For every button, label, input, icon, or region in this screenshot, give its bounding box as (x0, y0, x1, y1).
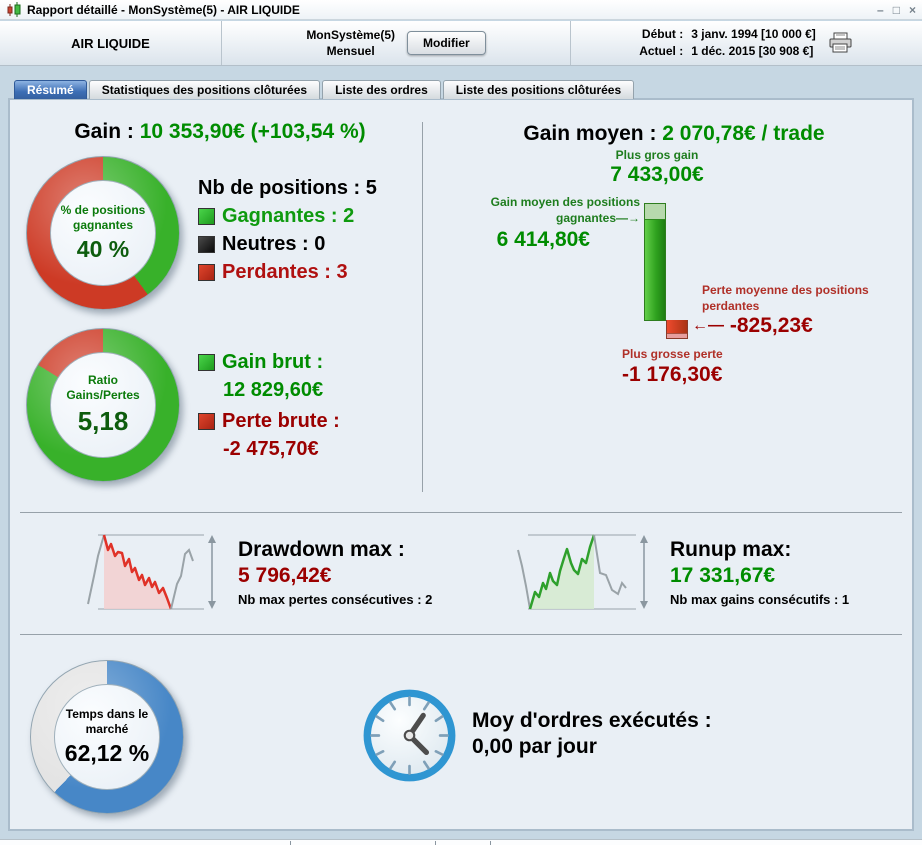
tab-liste-des-ordres[interactable]: Liste des ordres (322, 80, 441, 99)
bar-segment-max-gain (645, 204, 665, 220)
tick-mark (290, 841, 291, 845)
positions-legend: Nb de positions : 5 Gagnantes : 2 Neutre… (198, 174, 377, 286)
horizontal-divider-2 (20, 634, 902, 635)
ratio-donut-label: Ratio (88, 373, 118, 387)
orders-line2: 0,00 par jour (472, 735, 597, 759)
tick-mark (435, 841, 436, 845)
legend-item-gain-brut: Gain brut : (198, 348, 340, 376)
runup-title: Runup max: (670, 538, 792, 561)
current-label: Actuel : (639, 44, 684, 58)
tick-mark (490, 841, 491, 845)
right-arrow-icon: —→ (616, 210, 640, 225)
plus-grosse-perte-label: Plus grosse perte (622, 347, 723, 361)
resume-panel: Gain : 10 353,90€ (+103,54 %) % de posit… (8, 98, 914, 831)
left-arrow-icon: ←— (692, 317, 724, 334)
application-window: Rapport détaillé - MonSystème(5) - AIR L… (0, 0, 922, 845)
gain-moyen-gagnantes-label: Gain moyen des positions gagnantes—→ (490, 195, 640, 225)
report-header: AIR LIQUIDE MonSystème(5) Mensuel Modifi… (0, 21, 922, 66)
ratio-gains-pertes-donut: Ratio Gains/Pertes 5,18 (26, 328, 180, 482)
clock-icon (363, 689, 456, 782)
time-in-market-donut: Temps dans le marché 62,12 % (30, 660, 184, 814)
system-period: Mensuel (326, 44, 375, 58)
gain-title: Gain : 10 353,90€ (+103,54 %) (28, 120, 412, 144)
legend-item-perdantes: Perdantes : 3 (198, 258, 377, 286)
system-name: MonSystème(5) (306, 27, 395, 42)
winning-donut-label: % de positions (60, 203, 146, 217)
winning-percent-donut: % de positions gagnantes 40 % (26, 156, 180, 310)
gain-moyen-bar-positive (644, 203, 666, 321)
printer-icon[interactable] (828, 32, 854, 54)
tab-resume[interactable]: Résumé (14, 80, 87, 99)
title-bar: Rapport détaillé - MonSystème(5) - AIR L… (0, 0, 922, 20)
drawdown-value: 5 796,42€ (238, 564, 332, 587)
start-label: Début : (641, 26, 684, 41)
bar-segment-avg-gain (645, 220, 665, 320)
black-square-icon (198, 235, 215, 253)
maximize-button[interactable]: □ (893, 3, 900, 17)
green-square-icon (198, 207, 215, 225)
runup-value: 17 331,67€ (670, 564, 776, 587)
red-square-icon (198, 412, 215, 430)
drawdown-title: Drawdown max : (238, 538, 405, 561)
tab-liste-positions-cloturees[interactable]: Liste des positions clôturées (442, 80, 635, 99)
horizontal-divider-1 (20, 512, 902, 513)
legend-item-neutres: Neutres : 0 (198, 230, 377, 258)
legend-item-perte-brute: Perte brute : (198, 407, 340, 435)
bar-segment-max-loss (667, 333, 687, 338)
legend-item-gagnantes: Gagnantes : 2 (198, 202, 377, 230)
plus-grosse-perte-value: -1 176,30€ (622, 363, 723, 386)
gain-brut-value: 12 829,60€ (223, 378, 324, 401)
system-info: MonSystème(5) Mensuel (306, 27, 395, 59)
runup-subtitle: Nb max gains consécutifs : 1 (670, 592, 850, 607)
background-window-edge (0, 839, 922, 845)
time-in-market-value: 62,12 % (64, 740, 150, 766)
runup-sparkline-chart (517, 534, 648, 610)
drawdown-sparkline-chart (87, 534, 216, 610)
start-value: 3 janv. 1994 [10 000 €] (691, 26, 816, 41)
candlestick-app-icon (7, 2, 21, 17)
perte-moyenne-value-row: ←— -825,23€ (692, 314, 813, 338)
ratio-donut-value: 5,18 (77, 406, 129, 436)
gain-moyen-value: 2 070,78€ / trade (662, 122, 825, 145)
instrument-name: AIR LIQUIDE (71, 35, 150, 51)
bar-segment-avg-loss (667, 320, 687, 333)
winning-percent-donut-center: % de positions gagnantes 40 % (50, 180, 156, 286)
tab-statistiques-positions-cloturees[interactable]: Statistiques des positions clôturées (88, 80, 321, 99)
time-in-market-label: Temps dans le (65, 707, 149, 721)
orders-per-day: Moy d'ordres exécutés : 0,00 par jour (472, 708, 712, 761)
gain-moyen-gagnantes-value: 6 414,80€ (496, 228, 590, 251)
gain-label: Gain : (74, 120, 134, 143)
positions-total: Nb de positions : 5 (198, 176, 377, 199)
green-square-icon (198, 353, 215, 371)
orders-line1: Moy d'ordres exécutés : (472, 709, 712, 732)
time-in-market-center: Temps dans le marché 62,12 % (54, 684, 160, 790)
gross-legend: Gain brut : 12 829,60€ Perte brute : -2 … (198, 348, 340, 463)
minimize-button[interactable]: – (877, 3, 884, 17)
window-title: Rapport détaillé - MonSystème(5) - AIR L… (27, 2, 300, 17)
vertical-divider (422, 122, 423, 492)
date-range: Début : 3 janv. 1994 [10 000 €] Actuel :… (639, 26, 816, 61)
modify-button[interactable]: Modifier (407, 31, 486, 55)
current-value: 1 déc. 2015 [30 908 €] (691, 44, 814, 58)
ratio-donut-center: Ratio Gains/Pertes 5,18 (50, 352, 156, 458)
perte-brute-value: -2 475,70€ (223, 437, 319, 460)
drawdown-subtitle: Nb max pertes consécutives : 2 (238, 592, 433, 607)
perte-moyenne-label: Perte moyenne des positions perdantes (702, 283, 869, 313)
perte-moyenne-value: -825,23€ (729, 314, 813, 337)
gain-moyen-title: Gain moyen : 2 070,78€ / trade (448, 122, 900, 146)
red-square-icon (198, 263, 215, 281)
plus-gros-gain-label: Plus gros gain (615, 148, 699, 162)
plus-gros-gain-value: 7 433,00€ (610, 163, 704, 186)
gain-moyen-bar-negative (666, 320, 688, 339)
winning-donut-value: 40 % (76, 236, 130, 262)
gain-value: 10 353,90€ (+103,54 %) (139, 120, 366, 143)
tab-bar: Résumé Statistiques des positions clôtur… (14, 80, 635, 99)
close-button[interactable]: × (909, 3, 916, 17)
gain-moyen-label: Gain moyen : (523, 122, 657, 145)
